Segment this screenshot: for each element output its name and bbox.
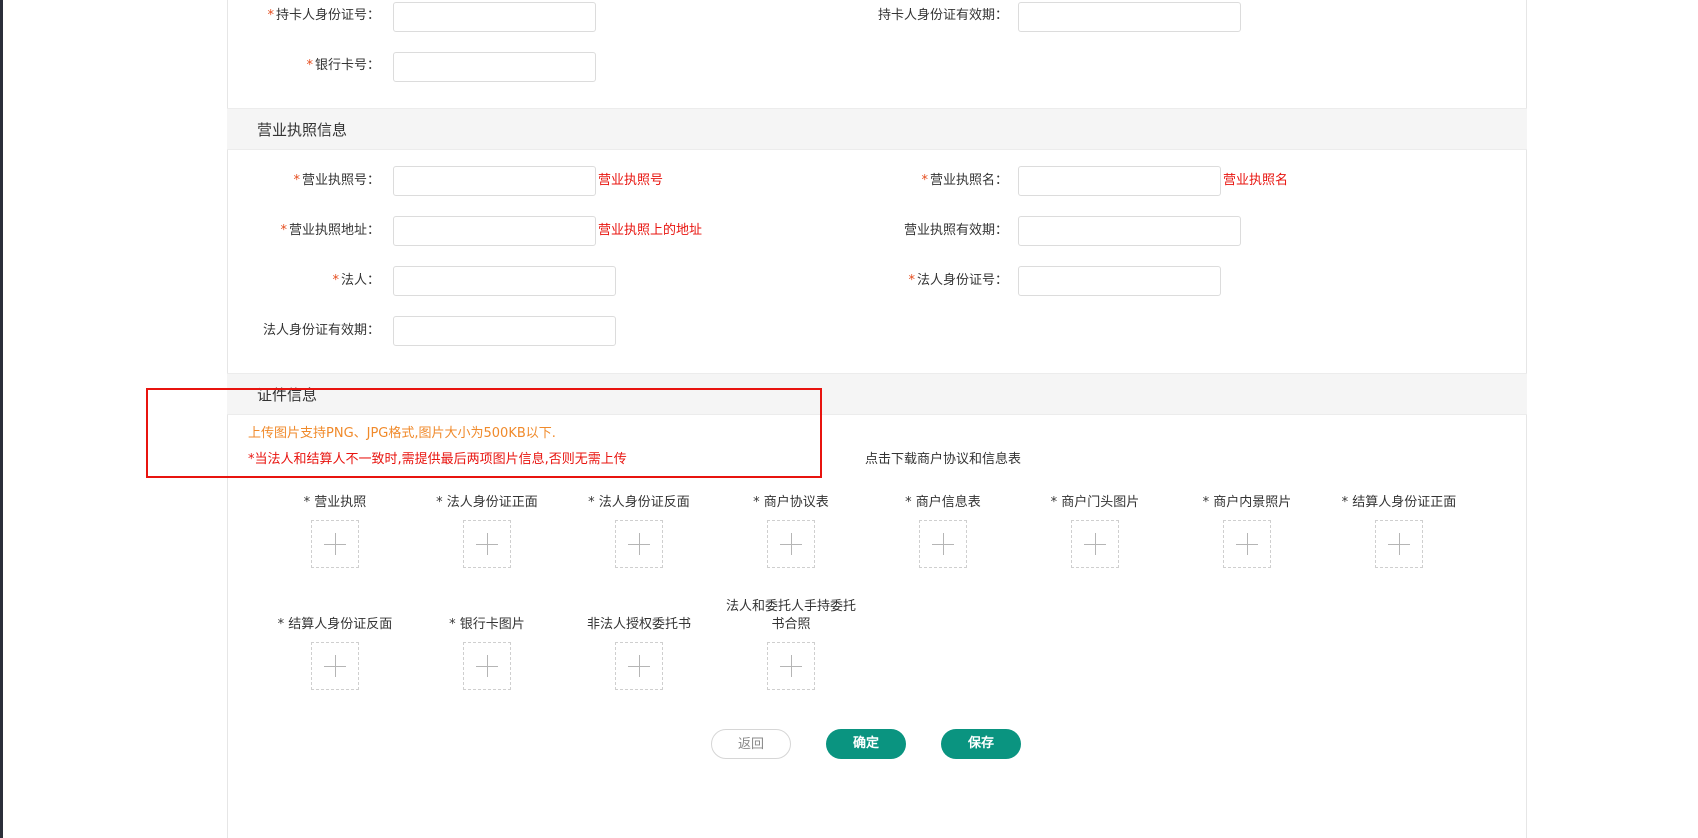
upload-plus-button[interactable]: [615, 642, 663, 690]
upload-plus-button[interactable]: [615, 520, 663, 568]
cardholder-id-input[interactable]: [393, 2, 596, 32]
upload-label: * 商户门头图片: [1050, 495, 1140, 510]
section-title: 证件信息: [257, 386, 318, 404]
legal-person-id-input[interactable]: [1018, 266, 1221, 296]
upload-plus-button[interactable]: [919, 520, 967, 568]
license-address-input[interactable]: [393, 216, 596, 246]
license-name-hint: 营业执照名: [1223, 173, 1289, 188]
field-label-license-no: * 营业执照号：: [293, 173, 380, 188]
upload-label: * 商户信息表: [905, 495, 981, 510]
back-button[interactable]: 返回: [711, 729, 791, 759]
field-label-legal-person: * 法人：: [332, 273, 380, 288]
upload-plus-button[interactable]: [463, 520, 511, 568]
upload-plus-button[interactable]: [311, 642, 359, 690]
field-label-license-name: * 营业执照名：: [921, 173, 1008, 188]
upload-label: * 结算人身份证正面: [1341, 495, 1457, 510]
upload-business-license: * 营业执照: [260, 494, 410, 568]
field-label-cardholder-id-expiry: 持卡人身份证有效期：: [877, 8, 1008, 23]
upload-label: * 结算人身份证反面: [277, 617, 393, 632]
page: * 持卡人身份证号： 持卡人身份证有效期： * 银行卡号： 营业执照信息 * 营业执照…: [0, 0, 1698, 838]
upload-label: * 银行卡图片: [449, 617, 525, 632]
required-star: *: [921, 173, 928, 188]
required-star: *: [306, 58, 313, 73]
legal-person-id-expiry-input[interactable]: [393, 316, 616, 346]
field-label-legal-person-id: * 法人身份证号：: [908, 273, 1008, 288]
legal-person-input[interactable]: [393, 266, 616, 296]
upload-merchant-agreement: * 商户协议表: [716, 494, 866, 568]
field-label-license-expiry: 营业执照有效期：: [903, 223, 1008, 238]
field-label-license-address: * 营业执照地址：: [280, 223, 380, 238]
upload-settler-id-back: * 结算人身份证反面: [260, 616, 410, 690]
upload-required-note: *当法人和结算人不一致时,需提供最后两项图片信息,否则无需上传: [248, 452, 627, 467]
upload-plus-button[interactable]: [311, 520, 359, 568]
field-label-cardholder-id: * 持卡人身份证号：: [267, 8, 380, 23]
section-header-certificates: 证件信息: [227, 373, 1527, 415]
upload-merchant-info-sheet: * 商户信息表: [868, 494, 1018, 568]
upload-authorization-letter: 非法人授权委托书: [564, 616, 714, 690]
upload-label: 法人和委托人手持委托书合照: [725, 599, 856, 632]
upload-bank-card-photo: * 银行卡图片: [412, 616, 562, 690]
upload-label: * 商户协议表: [753, 495, 829, 510]
upload-interior-photo: * 商户内景照片: [1172, 494, 1322, 568]
upload-plus-button[interactable]: [463, 642, 511, 690]
upload-plus-button[interactable]: [1071, 520, 1119, 568]
save-button[interactable]: 保存: [941, 729, 1021, 759]
upload-settler-id-front: * 结算人身份证正面: [1324, 494, 1474, 568]
license-address-hint: 营业执照上的地址: [598, 223, 703, 238]
upload-label: * 法人身份证反面: [588, 495, 690, 510]
upload-joint-holding-photo: 法人和委托人手持委托书合照: [716, 598, 866, 690]
required-star: *: [267, 8, 274, 23]
field-label-bank-card: * 银行卡号：: [306, 58, 380, 73]
field-label-legal-person-id-expiry: 法人身份证有效期：: [262, 323, 380, 338]
upload-plus-button[interactable]: [767, 520, 815, 568]
upload-label: * 法人身份证正面: [436, 495, 538, 510]
left-sidebar-edge: [0, 0, 3, 838]
license-expiry-input[interactable]: [1018, 216, 1241, 246]
required-star: *: [293, 173, 300, 188]
section-header-license: 营业执照信息: [227, 108, 1527, 150]
upload-plus-button[interactable]: [767, 642, 815, 690]
required-star: *: [280, 223, 287, 238]
cardholder-id-expiry-input[interactable]: [1018, 2, 1241, 32]
download-agreement-link[interactable]: 点击下载商户协议和信息表: [865, 448, 1021, 467]
upload-storefront-photo: * 商户门头图片: [1020, 494, 1170, 568]
upload-format-note: 上传图片支持PNG、JPG格式,图片大小为500KB以下.: [248, 426, 556, 441]
license-name-input[interactable]: [1018, 166, 1221, 196]
required-star: *: [332, 273, 339, 288]
upload-legal-id-front: * 法人身份证正面: [412, 494, 562, 568]
upload-plus-button[interactable]: [1223, 520, 1271, 568]
confirm-button[interactable]: 确定: [826, 729, 906, 759]
license-no-hint: 营业执照号: [598, 173, 664, 188]
upload-plus-button[interactable]: [1375, 520, 1423, 568]
upload-label: * 商户内景照片: [1202, 495, 1292, 510]
required-star: *: [908, 273, 915, 288]
section-title: 营业执照信息: [257, 121, 348, 139]
upload-label: 非法人授权委托书: [586, 617, 691, 632]
upload-legal-id-back: * 法人身份证反面: [564, 494, 714, 568]
upload-label: * 营业执照: [303, 495, 367, 510]
license-no-input[interactable]: [393, 166, 596, 196]
bank-card-input[interactable]: [393, 52, 596, 82]
